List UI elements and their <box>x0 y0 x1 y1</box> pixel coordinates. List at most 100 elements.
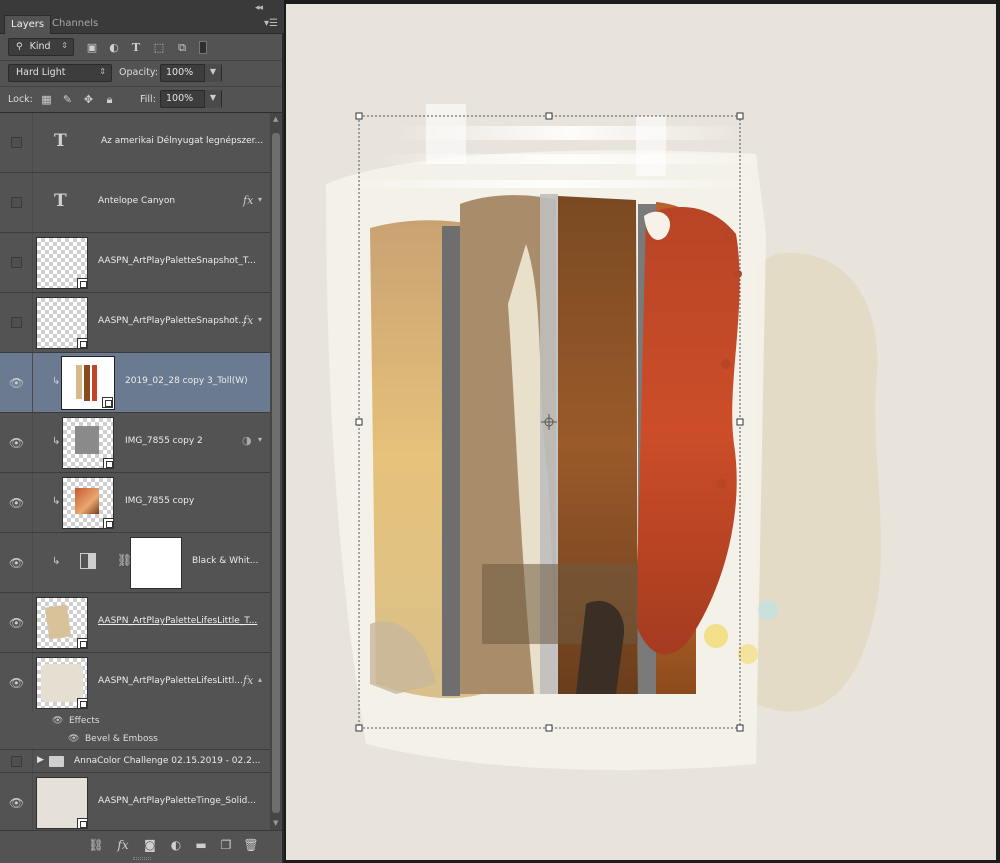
scrollbar-thumb[interactable] <box>272 133 280 813</box>
filter-type-icon[interactable]: T <box>129 41 143 54</box>
layer-row[interactable]: T Antelope Canyon fx ▾ <box>0 173 270 233</box>
layer-name[interactable]: AASPN_ArtPlayPaletteLifesLittl... <box>98 676 243 686</box>
resize-grip[interactable] <box>133 857 151 860</box>
tab-channels[interactable]: Channels <box>46 15 104 34</box>
red-splatter-dot <box>721 359 731 369</box>
layer-row[interactable]: 👁︎ AASPN_ArtPlayPaletteTinge_Solid... <box>0 773 270 830</box>
lock-transparency-icon[interactable]: ▦ <box>40 93 53 106</box>
fill-label: Fill: <box>140 94 156 105</box>
effects-row[interactable]: 👁︎ Effects <box>0 713 270 731</box>
collapse-effects-icon[interactable]: ▴ <box>258 675 262 684</box>
blend-mode-select[interactable]: Hard Light ⇕ <box>8 64 112 82</box>
divider <box>32 413 33 472</box>
transform-handle <box>736 112 744 120</box>
eye-icon[interactable]: 👁︎ <box>8 555 25 572</box>
expand-effects-icon[interactable]: ▾ <box>258 315 262 324</box>
layer-row[interactable]: 👁︎ ↳ IMG_7855 copy 2 ◑ ▾ <box>0 413 270 473</box>
tab-layers[interactable]: Layers <box>4 15 52 34</box>
filter-kind-select[interactable]: ⚲ Kind ⇕ <box>8 38 74 56</box>
filter-shape-icon[interactable]: ⬚ <box>152 41 166 54</box>
expand-effects-icon[interactable]: ▾ <box>258 435 262 444</box>
fill-dropdown-icon[interactable]: ▼ <box>204 90 221 108</box>
layer-thumbnail <box>36 657 88 709</box>
adjustment-icon[interactable]: ◐ <box>168 837 184 853</box>
trash-icon[interactable]: 🗑︎ <box>243 837 259 853</box>
visibility-toggle-off[interactable] <box>11 317 22 328</box>
layer-row[interactable]: AASPN_ArtPlayPaletteSnapshot_T... <box>0 233 270 293</box>
visibility-toggle-off[interactable] <box>11 257 22 268</box>
new-layer-icon[interactable]: ❐ <box>218 837 234 853</box>
fx-badge[interactable]: fx <box>243 194 253 207</box>
eye-icon[interactable]: 👁︎ <box>8 435 25 452</box>
panel-menu-icon[interactable]: ▾☰ <box>264 18 278 29</box>
visibility-toggle-off[interactable] <box>11 756 22 767</box>
eye-icon[interactable]: 👁︎ <box>68 734 79 744</box>
fill-field[interactable]: 100% ▼ <box>160 90 222 108</box>
collapse-panel-icon[interactable]: ◂◂ <box>255 3 263 13</box>
smart-object-icon <box>77 818 88 829</box>
fx-icon[interactable]: fx <box>115 837 131 853</box>
filter-effects-icon[interactable]: ◑ <box>242 434 252 447</box>
transform-handle <box>355 724 363 732</box>
filter-smart-object-icon[interactable]: ⧉ <box>175 41 189 54</box>
layer-row[interactable]: 👁︎ ↳ ⛓ Black & Whit... <box>0 533 270 593</box>
folder-icon[interactable]: ▬ <box>193 837 209 853</box>
lock-all-icon[interactable]: 🔒︎ <box>103 93 116 106</box>
red-splatter-dot <box>734 270 742 278</box>
expand-group-arrow-icon[interactable]: ▶ <box>37 755 44 765</box>
eye-icon[interactable]: 👁︎ <box>8 615 25 632</box>
scroll-up-arrow-icon[interactable]: ▲ <box>273 115 278 123</box>
layer-name[interactable]: Antelope Canyon <box>98 196 175 206</box>
divider <box>32 233 33 292</box>
lock-image-brush-icon[interactable]: ✎ <box>61 93 74 106</box>
visibility-toggle-off[interactable] <box>11 197 22 208</box>
layer-name[interactable]: AASPN_ArtPlayPaletteSnapshot... <box>98 316 247 326</box>
layer-name[interactable]: AASPN_ArtPlayPaletteTinge_Solid... <box>98 796 256 806</box>
smart-object-icon <box>77 338 88 349</box>
layer-name[interactable]: Black & Whit... <box>192 556 258 566</box>
group-name[interactable]: AnnaColor Challenge 02.15.2019 - 02.2... <box>74 756 260 766</box>
divider <box>32 293 33 352</box>
layer-row[interactable]: AASPN_ArtPlayPaletteSnapshot... fx ▾ <box>0 293 270 353</box>
filter-adjustment-icon[interactable]: ◐ <box>107 41 121 54</box>
document-canvas[interactable] <box>286 0 1000 863</box>
expand-effects-icon[interactable]: ▾ <box>258 195 262 204</box>
layer-row[interactable]: 👁︎ ↳ IMG_7855 copy <box>0 473 270 533</box>
fill-value: 100% <box>166 93 194 104</box>
layer-name[interactable]: IMG_7855 copy 2 <box>125 436 203 446</box>
layer-row[interactable]: 👁︎ AASPN_ArtPlayPaletteLifesLittl... fx … <box>0 653 270 713</box>
layers-scrollbar[interactable]: ▲ ▼ <box>270 113 282 830</box>
eye-icon[interactable]: 👁︎ <box>8 375 25 392</box>
yellow-dot <box>738 644 758 664</box>
visibility-toggle-off[interactable] <box>11 137 22 148</box>
layer-group-row[interactable]: ▶ AnnaColor Challenge 02.15.2019 - 02.2.… <box>0 749 270 773</box>
beige-paint-blob <box>756 252 882 712</box>
opacity-dropdown-icon[interactable]: ▼ <box>204 64 221 82</box>
layer-name[interactable]: AASPN_ArtPlayPaletteSnapshot_T... <box>98 256 256 266</box>
layer-mask-thumbnail[interactable] <box>130 537 182 589</box>
filter-pixel-icon[interactable]: ▣ <box>85 41 99 54</box>
opacity-field[interactable]: 100% ▼ <box>160 64 222 82</box>
fx-badge[interactable]: fx <box>243 674 253 687</box>
smart-object-icon <box>103 518 114 529</box>
scroll-down-arrow-icon[interactable]: ▼ <box>273 819 278 827</box>
paper-background <box>286 4 996 860</box>
effect-item-row[interactable]: 👁︎ Bevel & Emboss <box>0 731 270 749</box>
eye-icon[interactable]: 👁︎ <box>8 795 25 812</box>
lock-position-move-icon[interactable]: ✥ <box>82 93 95 106</box>
fx-badge[interactable]: fx <box>243 314 253 327</box>
eye-icon[interactable]: 👁︎ <box>8 495 25 512</box>
layer-thumbnail <box>61 356 115 410</box>
layer-name[interactable]: AASPN_ArtPlayPaletteLifesLittle_T... <box>98 616 257 626</box>
layer-name[interactable]: IMG_7855 copy <box>125 496 194 506</box>
layer-row[interactable]: T Az amerikai Délnyugat legnépszer... <box>0 113 270 173</box>
link-icon[interactable]: ⛓ <box>88 837 104 853</box>
eye-icon[interactable]: 👁︎ <box>52 716 63 726</box>
mask-icon[interactable]: ◙ <box>142 837 158 853</box>
layer-row[interactable]: 👁︎ AASPN_ArtPlayPaletteLifesLittle_T... <box>0 593 270 653</box>
layer-row-selected[interactable]: 👁︎ ↳ 2019_02_28 copy 3_Toll(W) <box>0 353 270 413</box>
layer-name[interactable]: 2019_02_28 copy 3_Toll(W) <box>125 376 248 386</box>
layer-name[interactable]: Az amerikai Délnyugat legnépszer... <box>101 136 263 146</box>
eye-icon[interactable]: 👁︎ <box>8 675 25 692</box>
filter-toggle-switch[interactable] <box>199 41 207 54</box>
